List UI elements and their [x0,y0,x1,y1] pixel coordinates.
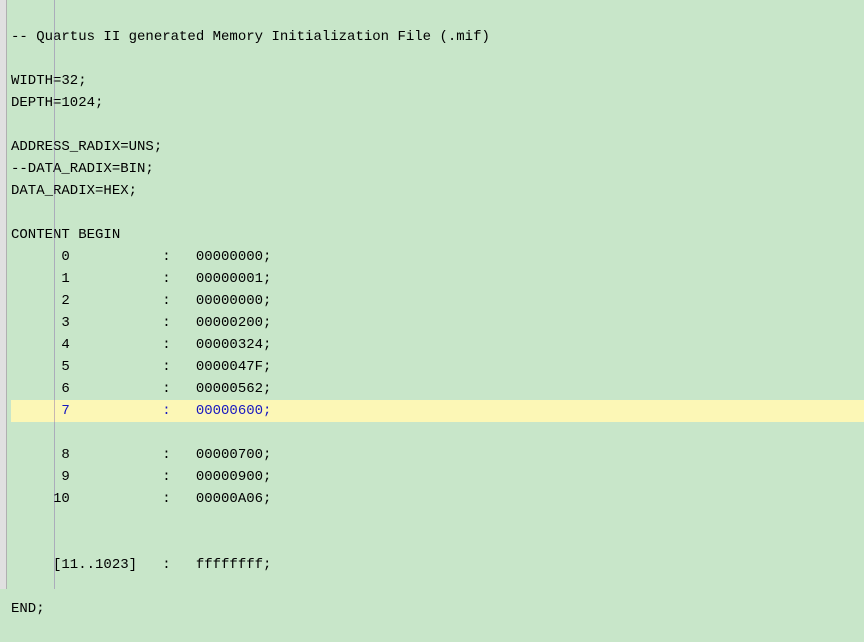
width-declaration: WIDTH=32; [11,73,87,89]
range-row: [11..1023] : ffffffff; [11,557,271,573]
content-begin-line: CONTENT BEGIN [11,227,120,243]
editor-content[interactable]: -- Quartus II generated Memory Initializ… [7,0,864,589]
data-row: 9 : 00000900; [11,469,271,485]
editor-gutter [0,0,7,589]
depth-declaration: DEPTH=1024; [11,95,103,111]
vertical-guide-line [54,0,55,589]
data-row: 0 : 00000000; [11,249,271,265]
data-row: 8 : 00000700; [11,447,271,463]
data-row: 1 : 00000001; [11,271,271,287]
data-rows-section: 0 : 00000000; 1 : 00000001; 2 : 00000000… [11,246,864,510]
data-row: 7 : 00000600; [11,400,864,422]
comment-line: -- Quartus II generated Memory Initializ… [11,29,490,45]
data-row: 3 : 00000200; [11,315,271,331]
end-line: END; [11,601,45,617]
data-row: 2 : 00000000; [11,293,271,309]
highlighted-row-text: 7 : 00000600; [11,403,271,419]
data-row: 5 : 0000047F; [11,359,271,375]
data-radix-line: DATA_RADIX=HEX; [11,183,137,199]
data-row: 6 : 00000562; [11,381,271,397]
data-radix-comment: --DATA_RADIX=BIN; [11,161,154,177]
data-row: 10 : 00000A06; [11,491,271,507]
code-editor[interactable]: -- Quartus II generated Memory Initializ… [0,0,864,589]
address-radix-line: ADDRESS_RADIX=UNS; [11,139,162,155]
data-row: 4 : 00000324; [11,337,271,353]
